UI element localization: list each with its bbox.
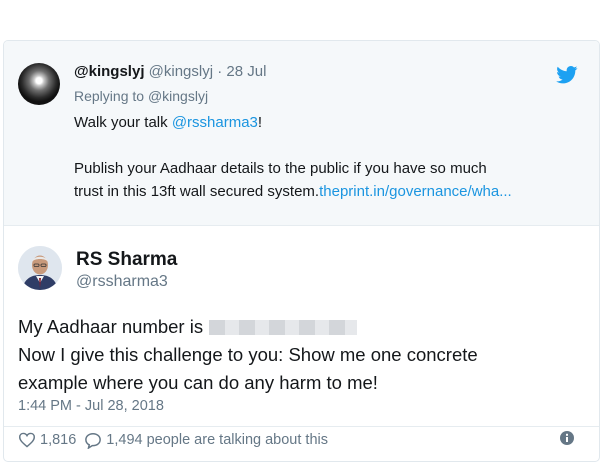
tweet-text-fragment: trust in this 13ft wall secured system. (74, 183, 320, 200)
speech-bubble-icon (85, 432, 102, 449)
redacted-aadhaar-number (209, 320, 358, 335)
tweet-text-line: My Aadhaar number is (18, 313, 578, 341)
date-separator: · (217, 63, 223, 80)
user-handle[interactable]: @rssharma3 (76, 272, 168, 292)
mention-link[interactable]: @rssharma3 (172, 114, 258, 131)
heart-icon (18, 432, 36, 448)
user-handle[interactable]: @kingslyj (149, 63, 213, 80)
tweet-text-line: Publish your Aadhaar details to the publ… (74, 160, 487, 177)
tweet-text-line: Walk your talk @rssharma3! (74, 111, 574, 134)
tweet-text-line: Now I give this challenge to you: Show m… (18, 344, 478, 365)
main-tweet-text: My Aadhaar number is Now I give this cha… (18, 313, 578, 397)
embedded-tweet-card: @kingslyj @kingslyj · 28 Jul Replying to… (3, 40, 600, 462)
profile-photo (18, 246, 62, 290)
tweet-text-line: example where you can do any harm to me! (18, 372, 378, 393)
talking-count-label: 1,494 people are talking about this (106, 432, 328, 448)
tweet-timestamp[interactable]: 1:44 PM - Jul 28, 2018 (18, 397, 164, 415)
replying-to-label: Replying to (74, 88, 145, 104)
divider (4, 426, 599, 427)
tweet-actions: 1,816 1,494 people are talking about thi… (18, 428, 328, 452)
display-name[interactable]: @kingslyj (74, 63, 144, 80)
parent-tweet[interactable]: @kingslyj @kingslyj · 28 Jul Replying to… (4, 41, 599, 226)
tweet-date[interactable]: 28 Jul (226, 63, 266, 80)
tweet-text-fragment: ! (257, 114, 263, 131)
tweet-text-fragment: My Aadhaar number is (18, 316, 204, 337)
like-button[interactable]: 1,816 (18, 432, 76, 448)
url-link[interactable]: theprint.in/governance/wha... (319, 183, 512, 200)
twitter-bird-icon[interactable] (556, 66, 578, 84)
info-icon[interactable] (559, 430, 575, 446)
avatar[interactable] (18, 63, 60, 105)
like-count: 1,816 (40, 432, 77, 448)
conversation-link[interactable]: 1,494 people are talking about this (84, 432, 328, 449)
parent-tweet-text: Walk your talk @rssharma3! Publish your … (74, 111, 574, 203)
replying-to-line: Replying to @kingslyj (74, 88, 208, 105)
display-name[interactable]: RS Sharma (76, 249, 177, 271)
tweet-text-fragment: Walk your talk (74, 114, 168, 131)
replying-to-handle[interactable]: @kingslyj (148, 88, 208, 104)
parent-tweet-header: @kingslyj @kingslyj · 28 Jul (74, 63, 266, 81)
tweet-text-line: trust in this 13ft wall secured system.t… (74, 180, 574, 203)
avatar[interactable] (18, 246, 62, 290)
